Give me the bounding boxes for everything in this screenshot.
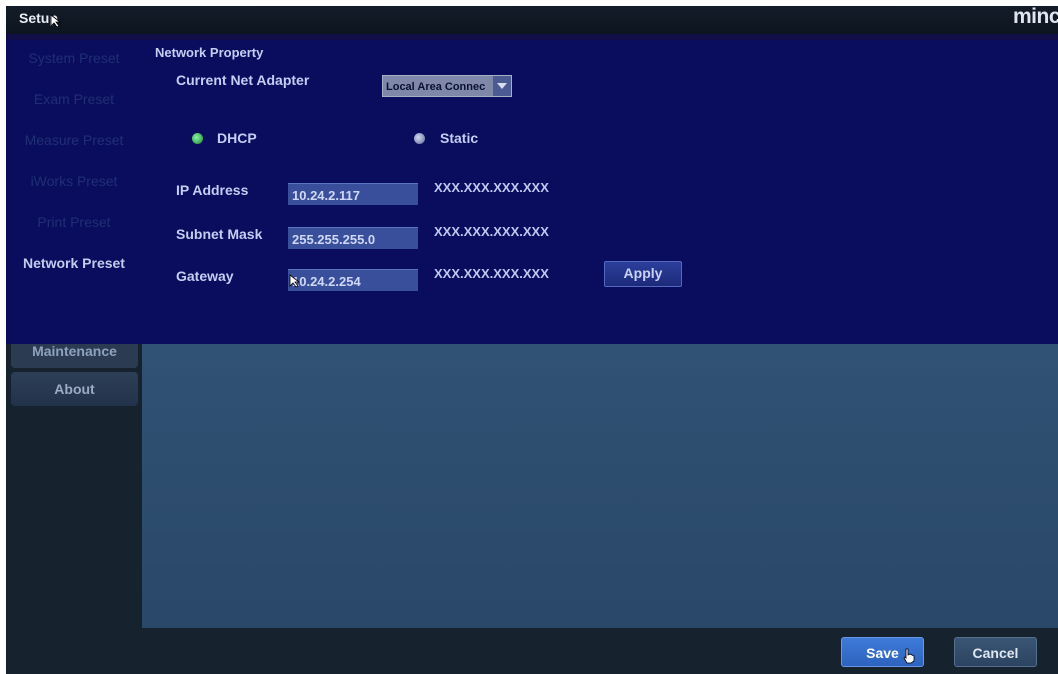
sidebar-item-label: About [54, 381, 95, 397]
adapter-select-value: Local Area Connec [386, 81, 486, 93]
subnet-format-hint: XXX.XXX.XXX.XXX [434, 224, 549, 239]
subnet-mask-label: Subnet Mask [176, 226, 263, 242]
brand-logo: minc [1012, 6, 1058, 28]
sidebar-item-measure-preset[interactable]: Measure Preset [6, 124, 142, 156]
static-radio[interactable] [414, 133, 425, 144]
dhcp-radio[interactable] [192, 133, 203, 144]
title-bar: Setup minc [6, 6, 1058, 34]
sidebar-item-system-preset[interactable]: System Preset [6, 42, 142, 74]
sidebar-item-label: Network Preset [23, 255, 125, 271]
sidebar-item-label: Maintenance [32, 343, 117, 359]
network-property-dialog: System Preset Exam Preset Measure Preset… [6, 34, 1058, 344]
sidebar-item-label: Measure Preset [24, 132, 124, 148]
sidebar-item-network-preset[interactable]: Network Preset [6, 247, 142, 279]
sidebar-item-label: System Preset [28, 50, 120, 66]
sidebar-item-iworks-preset[interactable]: iWorks Preset [6, 165, 142, 197]
cancel-button-label: Cancel [972, 645, 1019, 661]
adapter-label: Current Net Adapter [176, 72, 310, 88]
dhcp-label: DHCP [217, 130, 257, 146]
cursor-icon [289, 274, 301, 288]
section-title: Network Property [155, 45, 264, 60]
cancel-button[interactable]: Cancel [954, 637, 1037, 667]
static-label: Static [440, 130, 479, 146]
ip-address-label: IP Address [176, 182, 249, 198]
gateway-field[interactable]: 10.24.2.254 [288, 269, 418, 291]
sidebar-item-label: Print Preset [37, 214, 111, 230]
setup-window: Setup minc Maintenance About System Pres… [6, 6, 1058, 674]
sidebar-item-label: Exam Preset [33, 91, 115, 107]
sidebar-item-label: iWorks Preset [30, 173, 118, 189]
sidebar-item-print-preset[interactable]: Print Preset [6, 206, 142, 238]
ip-address-field[interactable]: 10.24.2.117 [288, 183, 418, 205]
cursor-icon [50, 14, 62, 28]
gateway-format-hint: XXX.XXX.XXX.XXX [434, 266, 549, 281]
chevron-down-icon[interactable] [493, 76, 511, 96]
apply-button[interactable]: Apply [604, 261, 682, 287]
adapter-select[interactable]: Local Area Connec [382, 75, 512, 97]
save-button-label: Save [866, 645, 899, 661]
sidebar-item-about[interactable]: About [11, 372, 138, 406]
ip-format-hint: XXX.XXX.XXX.XXX [434, 180, 549, 195]
gateway-label: Gateway [176, 268, 234, 284]
sidebar-item-exam-preset[interactable]: Exam Preset [6, 83, 142, 115]
hand-cursor-icon [903, 648, 915, 664]
subnet-mask-field[interactable]: 255.255.255.0 [288, 227, 418, 249]
